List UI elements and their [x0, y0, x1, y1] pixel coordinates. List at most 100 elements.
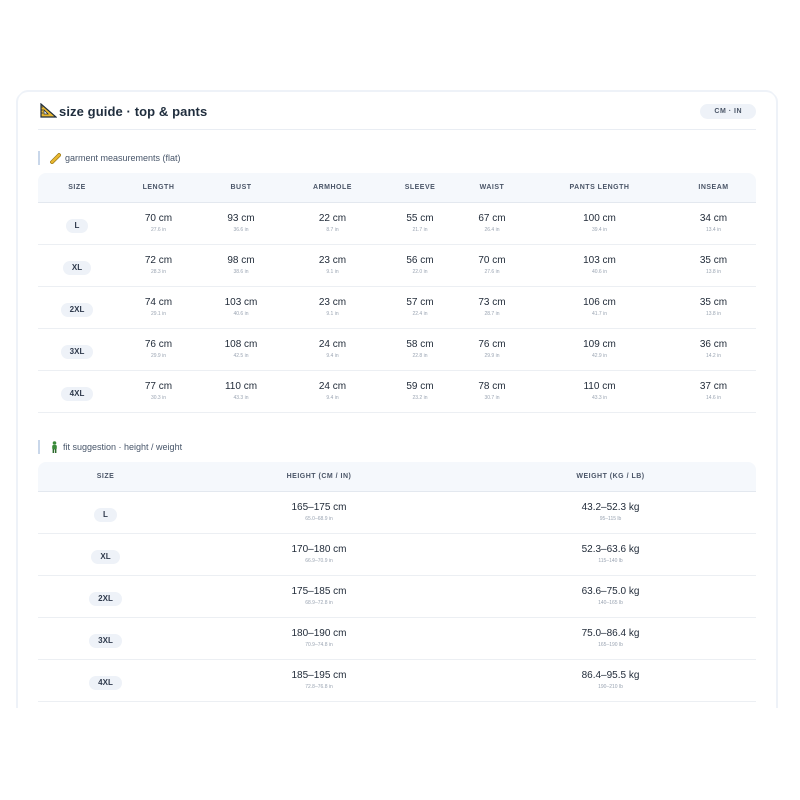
fit-cell-height-cm-in: 180–190 cm 70.9–74.8 in — [173, 617, 465, 660]
page-title: size guide · top & pants — [59, 104, 208, 119]
metric-value: 103 cm — [224, 297, 258, 308]
imperial-value: 21.7 in — [412, 227, 428, 233]
fit-suggestion-table: SIZE HEIGHT (CM / IN) WEIGHT (KG / LB) L 16… — [38, 462, 756, 702]
garment-row: L 70 cm 27.6 in 93 cm 36.6 in 22 cm 8.7 in 55 c… — [38, 202, 756, 245]
metric-value: 110 cm — [583, 381, 616, 392]
imperial-value: 43.3 in — [233, 395, 249, 401]
metric-value: 57 cm — [406, 297, 434, 308]
size-guide-header: size guide · top & pants CM · IN — [38, 92, 756, 130]
imperial-value: 165–190 lb — [598, 642, 623, 648]
imperial-value: 13.8 in — [705, 269, 721, 275]
garment-header-waist: WAIST — [456, 173, 528, 203]
imperial-value: 27.6 in — [150, 227, 166, 233]
garment-header-armhole: ARMHOLE — [281, 173, 384, 203]
imperial-value: 8.7 in — [326, 227, 339, 233]
metric-value: 108 cm — [224, 339, 258, 350]
garment-row: 4XL 77 cm 30.3 in 110 cm 43.3 in 24 cm 9.4 in 5… — [38, 370, 756, 413]
size-badge: 2XL — [89, 591, 122, 606]
imperial-value: 140–165 lb — [598, 600, 623, 606]
imperial-value: 40.6 in — [591, 269, 607, 275]
imperial-value: 28.3 in — [150, 269, 166, 275]
size-badge: 3XL — [89, 633, 122, 648]
metric-value: 170–180 cm — [291, 544, 347, 555]
triangle-ruler-icon — [40, 103, 57, 118]
imperial-value: 42.5 in — [233, 353, 249, 359]
metric-value: 73 cm — [478, 297, 506, 308]
size-cell: XL — [38, 533, 173, 576]
size-cell: 4XL — [38, 659, 173, 702]
imperial-value: 115–140 lb — [598, 558, 623, 564]
metric-value: 110 cm — [224, 381, 258, 392]
metric-value: 185–195 cm — [291, 670, 347, 681]
garment-header-sleeve: SLEEVE — [384, 173, 456, 203]
imperial-value: 9.4 in — [326, 353, 339, 359]
size-badge: 4XL — [60, 386, 94, 401]
metric-value: 175–185 cm — [291, 586, 347, 597]
imperial-value: 190–210 lb — [598, 684, 623, 690]
garment-cell-length: 74 cm 29.1 in — [116, 286, 201, 329]
unit-toggle-button[interactable]: CM · IN — [700, 104, 756, 119]
garment-cell-sleeve: 55 cm 21.7 in — [384, 202, 456, 245]
garment-cell-inseam: 37 cm 14.6 in — [671, 370, 756, 413]
metric-value: 165–175 cm — [291, 502, 347, 513]
garment-cell-armhole: 24 cm 9.4 in — [281, 328, 384, 371]
garment-header-length: LENGTH — [116, 173, 201, 203]
garment-cell-armhole: 22 cm 8.7 in — [281, 202, 384, 245]
fit-cell-height-cm-in: 165–175 cm 65.0–68.9 in — [173, 491, 465, 534]
imperial-value: 29.9 in — [484, 353, 500, 359]
size-badge: 3XL — [60, 344, 94, 359]
garment-cell-sleeve: 57 cm 22.4 in — [384, 286, 456, 329]
size-badge: L — [65, 218, 89, 233]
size-cell: 2XL — [38, 286, 116, 329]
garment-cell-pants-length: 103 cm 40.6 in — [528, 244, 671, 287]
imperial-value: 66.9–70.9 in — [305, 558, 333, 564]
metric-value: 56 cm — [406, 255, 434, 266]
metric-value: 103 cm — [583, 255, 616, 266]
garment-cell-waist: 73 cm 28.7 in — [456, 286, 528, 329]
garment-section-label: garment measurements (flat) — [38, 151, 181, 165]
garment-row: XL 72 cm 28.3 in 98 cm 38.6 in 23 cm 9.1 in 56 … — [38, 244, 756, 287]
garment-header-inseam: INSEAM — [671, 173, 756, 203]
garment-cell-length: 72 cm 28.3 in — [116, 244, 201, 287]
imperial-value: 13.8 in — [705, 311, 721, 317]
imperial-value: 13.4 in — [705, 227, 721, 233]
garment-cell-sleeve: 58 cm 22.8 in — [384, 328, 456, 371]
garment-cell-sleeve: 56 cm 22.0 in — [384, 244, 456, 287]
garment-cell-sleeve: 59 cm 23.2 in — [384, 370, 456, 413]
imperial-value: 9.4 in — [326, 395, 339, 401]
imperial-value: 43.3 in — [591, 395, 607, 401]
garment-row: 2XL 74 cm 29.1 in 103 cm 40.6 in 23 cm 9.1 in 5… — [38, 286, 756, 329]
size-cell: L — [38, 491, 173, 534]
metric-value: 70 cm — [144, 213, 173, 224]
imperial-value: 41.7 in — [591, 311, 607, 317]
metric-value: 100 cm — [583, 213, 616, 224]
garment-cell-inseam: 36 cm 14.2 in — [671, 328, 756, 371]
fit-header-weight-kg-lb: WEIGHT (KG / LB) — [465, 462, 756, 492]
fit-row: 4XL 185–195 cm 72.8–76.8 in 86.4–95.5 kg 190… — [38, 659, 756, 702]
metric-value: 55 cm — [406, 213, 434, 224]
imperial-value: 29.1 in — [150, 311, 166, 317]
metric-value: 109 cm — [583, 339, 616, 350]
fit-section-text: fit suggestion · height / weight — [63, 442, 183, 452]
metric-value: 180–190 cm — [291, 628, 347, 639]
size-badge: XL — [91, 549, 120, 564]
metric-value: 35 cm — [699, 297, 728, 308]
garment-cell-pants-length: 100 cm 39.4 in — [528, 202, 671, 245]
metric-value: 67 cm — [478, 213, 506, 224]
metric-value: 74 cm — [144, 297, 173, 308]
garment-cell-bust: 98 cm 38.6 in — [201, 244, 281, 287]
garment-cell-length: 77 cm 30.3 in — [116, 370, 201, 413]
metric-value: 37 cm — [699, 381, 728, 392]
metric-value: 78 cm — [478, 381, 506, 392]
metric-value: 59 cm — [406, 381, 434, 392]
garment-header-bust: BUST — [201, 173, 281, 203]
size-cell: 2XL — [38, 575, 173, 618]
garment-cell-pants-length: 109 cm 42.9 in — [528, 328, 671, 371]
imperial-value: 22.0 in — [412, 269, 428, 275]
size-badge: 4XL — [89, 675, 122, 690]
metric-value: 86.4–95.5 kg — [581, 670, 640, 681]
garment-cell-waist: 67 cm 26.4 in — [456, 202, 528, 245]
fit-cell-height-cm-in: 175–185 cm 68.9–72.8 in — [173, 575, 465, 618]
garment-row: 3XL 76 cm 29.9 in 108 cm 42.5 in 24 cm 9.4 in 5… — [38, 328, 756, 371]
garment-cell-waist: 76 cm 29.9 in — [456, 328, 528, 371]
